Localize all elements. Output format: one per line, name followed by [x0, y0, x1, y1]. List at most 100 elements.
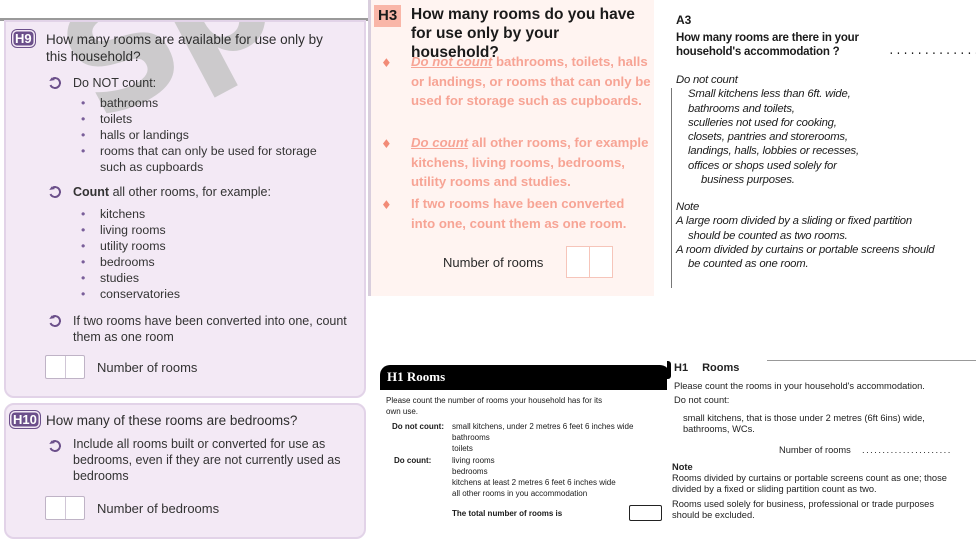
do-not-count-list: small kitchens, under 2 metres 6 feet 6 … — [452, 421, 633, 454]
question-text-h9: How many rooms are available for use onl… — [46, 32, 323, 64]
section-marker — [667, 361, 671, 379]
question-badge-h10: H10 — [10, 411, 40, 428]
do-not-count-heading: Do not count — [676, 74, 738, 86]
answer-dotted-line[interactable]: ...................... — [862, 445, 952, 456]
section-code: H1 — [674, 362, 689, 374]
answer-dotted-line[interactable]: .................. — [888, 46, 976, 58]
emphasis-text: Do not count — [411, 54, 493, 69]
instruction-arrow-icon — [47, 438, 63, 454]
list-item: utility rooms — [74, 238, 344, 254]
diamond-bullet-icon: ♦ — [381, 198, 392, 212]
list-item: all other rooms in you accommodation — [452, 489, 588, 498]
converted-rooms-note: If two rooms have been converted into on… — [73, 314, 347, 344]
list-item: Small kitchens less than 6ft. wide, — [688, 88, 851, 101]
census-panel-h1-plain: H1 Rooms Please count the rooms in your h… — [667, 355, 976, 549]
intro-line: own use. — [386, 407, 419, 416]
do-not-count-block: Do not count Small kitchens less than 6f… — [676, 73, 859, 187]
panel-divider — [368, 0, 371, 296]
instruction-arrow-icon — [47, 75, 63, 91]
census-panel-h3: H3 How many rooms do you have for use on… — [368, 0, 654, 296]
instruction-arrow-icon — [47, 184, 63, 200]
note-text: Rooms used solely for business, professi… — [672, 499, 934, 520]
number-of-rooms-input[interactable] — [566, 246, 613, 278]
text-line: bathrooms, WCs. — [683, 423, 755, 434]
instruction-arrow-icon — [47, 313, 63, 329]
note-line: A large room divided by a sliding or fix… — [676, 215, 912, 228]
do-not-count-text: small kitchens, that is those under 2 me… — [683, 413, 925, 434]
text-line: divided by a fixed or sliding partition … — [672, 483, 877, 494]
intro-line: Please count the number of rooms your ho… — [386, 396, 603, 405]
note-line: A room divided by curtains or portable s… — [676, 243, 935, 256]
number-of-rooms-input[interactable] — [45, 355, 85, 379]
instruction-converted: If two rooms have been converted into on… — [411, 196, 627, 231]
list-item: living rooms — [452, 456, 495, 465]
list-item: bathrooms — [452, 433, 490, 442]
number-of-rooms-label: Number of rooms — [779, 445, 851, 455]
question-line: household's accommodation ? — [676, 46, 840, 58]
number-of-rooms-label: Number of rooms — [443, 255, 544, 270]
intro-text: Please count the rooms in your household… — [674, 381, 925, 391]
list-item: kitchens at least 2 metres 6 feet 6 inch… — [452, 478, 616, 487]
do-not-count-label: Do not count: — [674, 395, 730, 405]
census-panel-a3: A3 How many rooms are there in your hous… — [670, 0, 976, 290]
census-panel-h9-h10: Spec H9 How many rooms are available for… — [0, 0, 370, 549]
text-line: Rooms divided by curtains or portable sc… — [672, 473, 947, 483]
note-heading: Note — [672, 462, 693, 472]
section-title: H1 Rooms — [674, 362, 739, 374]
question-text-h10: How many of these rooms are bedrooms? — [46, 413, 298, 428]
count-heading-bold: Count — [73, 185, 110, 199]
section-header-title: H1 Rooms — [387, 369, 446, 384]
list-item: bathrooms — [74, 95, 344, 111]
count-heading: Count all other rooms, for example: — [73, 184, 271, 200]
do-not-count-list: bathrooms toilets halls or landings room… — [74, 95, 344, 175]
count-list: kitchens living rooms utility rooms bedr… — [74, 206, 344, 302]
list-item: kitchens — [74, 206, 344, 222]
list-item: business purposes. — [701, 174, 795, 187]
list-item: halls or landings — [74, 127, 344, 143]
do-count-label: Do count: — [394, 456, 432, 465]
margin-line — [671, 88, 672, 288]
do-not-count-heading: Do NOT count: — [73, 76, 157, 90]
question-badge-h3: H3 — [374, 5, 402, 27]
text-line: Rooms used solely for business, professi… — [672, 499, 934, 509]
list-item: small kitchens, under 2 metres 6 feet 6 … — [452, 422, 634, 431]
section-title-text: Rooms — [702, 362, 740, 374]
question-card-h9: Spec H9 How many rooms are available for… — [4, 20, 366, 398]
text-line: small kitchens, that is those under 2 me… — [683, 413, 925, 423]
note-block: Note A large room divided by a sliding o… — [676, 200, 935, 271]
list-item: toilets — [452, 444, 473, 453]
number-of-bedrooms-input[interactable] — [45, 496, 85, 520]
total-rooms-input[interactable] — [629, 505, 662, 521]
list-item: bedrooms — [74, 254, 344, 270]
total-rooms-label: The total number of rooms is — [452, 509, 563, 518]
section-header: H1 Rooms — [380, 365, 670, 390]
list-item: toilets — [74, 111, 344, 127]
question-card-h10: H10 How many of these rooms are bedrooms… — [4, 403, 366, 539]
list-item: living rooms — [74, 222, 344, 238]
list-item: closets, pantries and storerooms, — [688, 131, 848, 144]
list-item: landings, halls, lobbies or recesses, — [688, 145, 859, 158]
note-heading: Note — [676, 201, 700, 213]
list-item: conservatories — [74, 286, 344, 302]
do-count-list: living rooms bedrooms kitchens at least … — [452, 455, 616, 499]
list-item: bedrooms — [452, 467, 488, 476]
question-number-a3: A3 — [676, 13, 692, 27]
list-item: sculleries not used for cooking, — [688, 116, 837, 129]
top-divider — [767, 360, 976, 361]
number-of-rooms-label: Number of rooms — [97, 360, 198, 375]
count-heading-rest: all other rooms, for example: — [109, 185, 271, 199]
list-item: studies — [74, 270, 344, 286]
note-line: should be counted as two rooms. — [688, 229, 848, 242]
note-text: Rooms divided by curtains or portable sc… — [672, 473, 947, 494]
list-item: rooms that can only be used for storage … — [74, 143, 344, 175]
instruction-do-not-count: Do not count bathrooms, toilets, halls o… — [411, 52, 651, 111]
text-line: should be excluded. — [672, 509, 755, 520]
bedrooms-instruction: Include all rooms built or converted for… — [73, 437, 341, 483]
instruction-do-count: Do count all other rooms, for example ki… — [411, 133, 651, 192]
diamond-bullet-icon: ♦ — [381, 56, 392, 70]
list-item: offices or shops used solely for — [688, 159, 837, 172]
number-of-bedrooms-label: Number of bedrooms — [97, 501, 220, 516]
do-not-count-label: Do not count: — [392, 422, 444, 431]
diamond-bullet-icon: ♦ — [381, 137, 392, 151]
question-text-a3: How many rooms are there in your househo… — [676, 31, 859, 59]
